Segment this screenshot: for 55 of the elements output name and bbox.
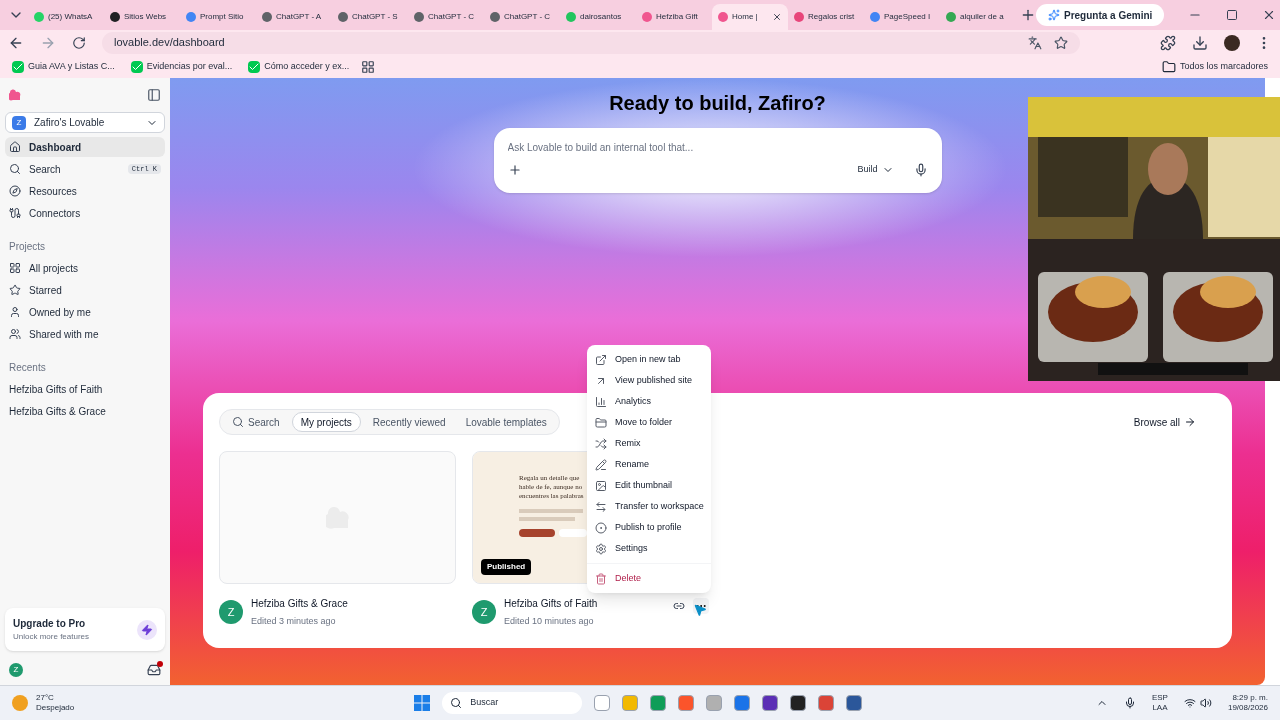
tab-title: dairosantos (580, 11, 622, 23)
project-edited: Edited 10 minutes ago (504, 615, 595, 628)
filter-label: Search (248, 415, 280, 430)
item-label: Owned by me (29, 305, 91, 320)
section-heading: Recents (8, 361, 47, 375)
menu-label: View published site (615, 373, 692, 387)
project-title: Hefziba Gifts of Faith (504, 597, 598, 611)
tab-title: PageSpeed I (884, 11, 931, 23)
hero-title: Ready to build, Zafiro? (608, 91, 827, 116)
tab-title: ChatGPT - A (276, 11, 322, 23)
tab-title: Regalos crist (808, 11, 855, 23)
project-edited: Edited 3 minutes ago (251, 615, 337, 628)
search-label: Buscar (470, 696, 499, 710)
tab-title: Sitios Webs (124, 11, 167, 23)
published-badge: Published (481, 559, 532, 575)
menu-label: Analytics (615, 394, 651, 408)
item-label: All projects (29, 261, 78, 276)
link-label: Browse all (1133, 415, 1180, 430)
temperature: 27°C (36, 693, 55, 703)
item-label: Dashboard (29, 140, 82, 155)
weather-text: Despejado (36, 703, 75, 713)
tab-title: Hefziba Gift (656, 11, 698, 23)
item-label: Shared with me (29, 327, 99, 342)
tab-title: ChatGPT - S (352, 11, 398, 23)
upgrade-subtitle: Unlock more features (13, 631, 90, 643)
tab-title: alquiler de a (960, 11, 1004, 23)
upgrade-title: Upgrade to Pro (13, 617, 87, 631)
tab-title: Home | (732, 11, 758, 23)
menu-label: Transfer to workspace (615, 499, 704, 513)
user-avatar: Z (472, 600, 496, 625)
filter-label: Recently viewed (372, 415, 446, 430)
item-label: Resources (29, 184, 77, 199)
item-label: Search (29, 162, 61, 177)
menu-label: Rename (615, 457, 650, 471)
menu-label: Delete (615, 571, 641, 585)
tab-title: ChatGPT - C (428, 11, 475, 23)
tab-title: Prompt Sitio (200, 11, 244, 23)
tab-title: ChatGPT - C (504, 11, 551, 23)
workspace-avatar: Z (12, 115, 26, 130)
filter-label: My projects (300, 415, 352, 430)
item-label: Connectors (29, 206, 81, 221)
workspace-name: Zafiro's Lovable (34, 116, 105, 130)
menu-label: Publish to profile (615, 520, 682, 534)
tab-title: (25) WhatsA (48, 11, 93, 23)
project-title: Hefziba Gifts & Grace (251, 597, 348, 611)
mode-label: Build (857, 163, 878, 177)
menu-label: Settings (615, 541, 648, 555)
user-avatar: Z (219, 600, 243, 625)
menu-label: Remix (615, 436, 641, 450)
filter-label: Lovable templates (465, 415, 547, 430)
menu-label: Edit thumbnail (615, 478, 673, 492)
menu-label: Move to folder (615, 415, 673, 429)
item-label: Starred (29, 283, 62, 298)
menu-label: Open in new tab (615, 352, 681, 366)
section-heading: Projects (8, 240, 47, 254)
